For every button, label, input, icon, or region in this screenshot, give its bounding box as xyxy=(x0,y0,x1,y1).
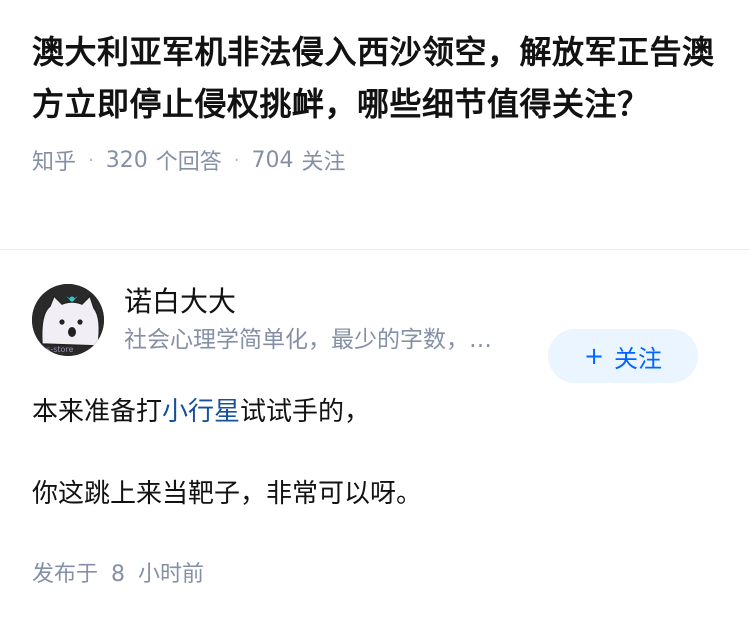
meta-separator: · xyxy=(88,149,94,171)
author-name[interactable]: 诺白大大 xyxy=(124,285,534,319)
site-name[interactable]: 知乎 xyxy=(32,144,76,176)
meta-separator: · xyxy=(233,149,240,171)
answer-count: 320 xyxy=(105,147,148,173)
plus-icon: + xyxy=(583,342,605,370)
follow-count-label: 关注 xyxy=(301,150,346,175)
content-text: 本来准备打 xyxy=(32,397,163,427)
content-link[interactable]: 小行星 xyxy=(162,397,240,427)
content-paragraph: 你这跳上来当靶子，非常可以呀。 xyxy=(32,479,423,509)
publish-value: 8 xyxy=(111,562,126,587)
content-paragraph: 本来准备打小行星试试手的， xyxy=(32,392,718,432)
publish-prefix: 发布于 xyxy=(32,562,99,587)
content-text: 试试手的， xyxy=(240,397,371,427)
svg-text:ss-store: ss-store xyxy=(42,345,74,354)
answer-card: ss-store 诺白大大 社会心理学简单化，最少的字数，… + 关注 本来准备… xyxy=(0,284,750,588)
question-meta: 知乎 · 320 个回答 · 704 关注 xyxy=(32,144,718,176)
follow-button[interactable]: + 关注 xyxy=(548,329,698,383)
publish-unit: 小时前 xyxy=(138,562,205,587)
publish-time: 发布于 8 小时前 xyxy=(32,556,718,588)
avatar-cartoon-icon[interactable]: ss-store xyxy=(32,284,104,356)
author-info: 诺白大大 社会心理学简单化，最少的字数，… xyxy=(124,285,534,355)
follow-button-label: 关注 xyxy=(614,344,663,373)
question-header: 澳大利亚军机非法侵入西沙领空，解放军正告澳方立即停止侵权挑衅，哪些细节值得关注？… xyxy=(0,0,750,250)
answer-count-label[interactable]: 个回答 xyxy=(156,144,222,176)
follow-count: 704 xyxy=(251,147,294,173)
author-bio: 社会心理学简单化，最少的字数，… xyxy=(124,327,492,353)
answer-content: 本来准备打小行星试试手的， 你这跳上来当靶子，非常可以呀。 xyxy=(32,392,718,514)
question-title[interactable]: 澳大利亚军机非法侵入西沙领空，解放军正告澳方立即停止侵权挑衅，哪些细节值得关注？ xyxy=(32,26,718,130)
